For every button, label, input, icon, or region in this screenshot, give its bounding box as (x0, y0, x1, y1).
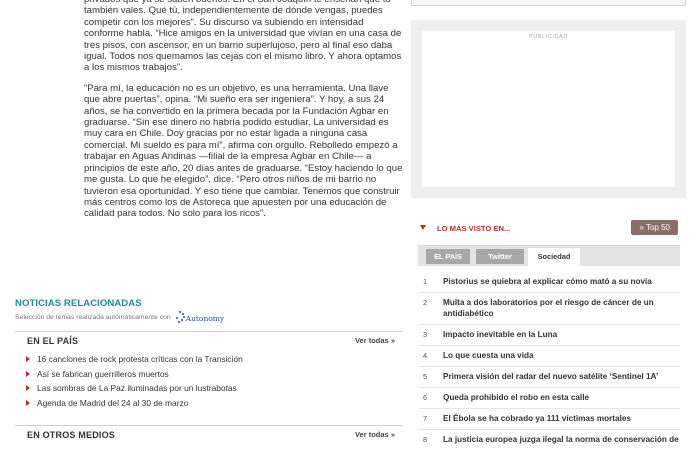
tab-twitter[interactable]: Twitter (476, 249, 524, 264)
rank-number: 4 (423, 351, 428, 360)
list-item[interactable]: 8 La justicia europea juzga ilegal la no… (418, 430, 680, 450)
arrow-right-icon (26, 370, 30, 377)
tab-el-pais[interactable]: EL PAÍS (426, 249, 470, 264)
most-viewed-link[interactable]: Impacto inevitable en la Luna (439, 329, 680, 345)
rank-number: 7 (423, 414, 428, 423)
section-label: EN OTROS MEDIOS (27, 430, 116, 440)
most-viewed-title: LO MÁS VISTO EN... (437, 224, 511, 233)
most-viewed-link[interactable]: Pistorius se quiebra al explicar cómo ma… (439, 276, 680, 292)
autonomy-logo[interactable]: Autonomy (175, 311, 224, 323)
most-viewed-link[interactable]: Primera visión del radar del nuevo satél… (439, 371, 680, 387)
article-paragraph: “Para mí, la educación no es un objetivo… (84, 82, 403, 220)
most-viewed-link[interactable]: Queda prohibido el robo en esta calle (439, 392, 680, 408)
news-link[interactable]: Así se fabrican guerrilleros muertos (37, 369, 169, 379)
ver-todas-link[interactable]: Ver todas » (355, 336, 395, 345)
rank-number: 6 (423, 393, 428, 402)
list-item[interactable]: 3 Impacto inevitable en la Luna (418, 325, 680, 346)
ad-box: PUBLICIDAD (411, 20, 686, 198)
rank-number: 5 (423, 372, 428, 381)
most-viewed-tabs: EL PAÍS Twitter Sociedad (418, 245, 680, 266)
list-item[interactable]: 16 canciones de rock protesta críticas c… (26, 352, 396, 367)
arrow-right-icon (26, 356, 30, 363)
list-item[interactable]: 4 Lo que cuesta una vida (418, 346, 680, 367)
most-viewed-link[interactable]: El Ébola se ha cobrado ya 111 víctimas m… (439, 413, 680, 429)
ad-label: PUBLICIDAD (528, 34, 568, 40)
ad-slot[interactable]: PUBLICIDAD (422, 31, 675, 187)
list-item[interactable]: 2 Multa a dos laboratorios por el riesgo… (418, 293, 680, 325)
section-en-el-pais: EN EL PAÍS Ver todas » (15, 331, 403, 348)
rank-number: 3 (423, 330, 428, 339)
most-viewed-header: LO MÁS VISTO EN... » Top 50 (418, 220, 680, 238)
section-en-otros-medios: EN OTROS MEDIOS Ver todas » (15, 425, 403, 442)
news-link[interactable]: Las sombras de La Paz iluminadas por un … (37, 383, 237, 393)
article-paragraph: privados que ya se saben buenos. En el S… (84, 0, 402, 74)
most-viewed-widget: LO MÁS VISTO EN... » Top 50 EL PAÍS Twit… (418, 220, 680, 450)
list-item[interactable]: Las sombras de La Paz iluminadas por un … (26, 381, 396, 396)
arrow-right-icon (26, 399, 30, 406)
arrow-right-icon (26, 385, 30, 392)
list-item[interactable]: 5 Primera visión del radar del nuevo sat… (418, 367, 680, 388)
list-item[interactable]: 6 Queda prohibido el robo en esta calle (418, 388, 680, 409)
sidebar-top-box (411, 0, 686, 6)
news-link[interactable]: Agenda de Madrid del 24 al 30 de marzo (37, 398, 188, 408)
list-item[interactable]: 7 El Ébola se ha cobrado ya 111 víctimas… (418, 409, 680, 430)
list-item[interactable]: 1 Pistorius se quiebra al explicar cómo … (418, 272, 680, 293)
related-news-subtitle-text: Selección de temas realizada automáticam… (15, 313, 171, 321)
related-news-subtitle: Selección de temas realizada automáticam… (15, 311, 403, 323)
autonomy-logo-mark-icon (175, 311, 185, 323)
autonomy-logo-text: Autonomy (185, 314, 225, 323)
top-50-button[interactable]: » Top 50 (631, 220, 678, 235)
related-news-title: NOTICIAS RELACIONADAS (15, 298, 142, 309)
list-item[interactable]: Así se fabrican guerrilleros muertos (26, 367, 396, 382)
rank-number: 8 (423, 435, 428, 444)
most-viewed-link[interactable]: La justicia europea juzga ilegal la norm… (439, 434, 680, 450)
rank-number: 2 (423, 298, 428, 307)
related-news: NOTICIAS RELACIONADAS Selección de temas… (15, 298, 403, 323)
rank-number: 1 (423, 277, 428, 286)
most-viewed-list: 1 Pistorius se quiebra al explicar cómo … (418, 272, 680, 450)
ver-todas-link[interactable]: Ver todas » (355, 430, 395, 439)
triangle-down-icon (420, 225, 426, 230)
news-link[interactable]: 16 canciones de rock protesta críticas c… (37, 354, 243, 364)
tab-sociedad[interactable]: Sociedad (528, 248, 580, 266)
most-viewed-link[interactable]: Multa a dos laboratorios por el riesgo d… (439, 297, 680, 324)
article-body: privados que ya se saben buenos. En el S… (84, 0, 404, 229)
list-item[interactable]: Agenda de Madrid del 24 al 30 de marzo (26, 396, 396, 411)
most-viewed-link[interactable]: Lo que cuesta una vida (439, 350, 680, 366)
related-news-list: 16 canciones de rock protesta críticas c… (26, 352, 396, 410)
section-label: EN EL PAÍS (27, 336, 79, 346)
